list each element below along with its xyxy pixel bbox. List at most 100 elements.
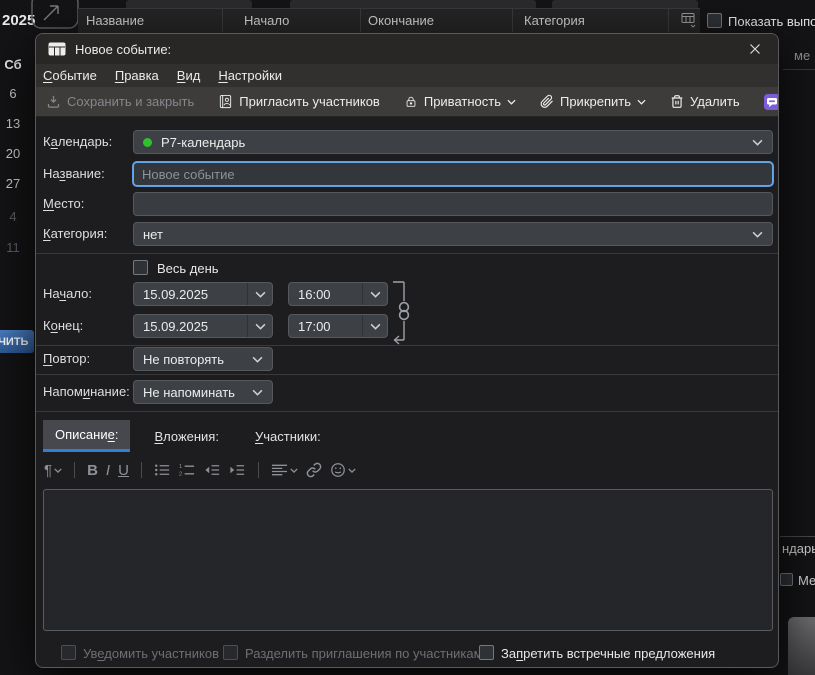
toolbar-separator — [74, 462, 75, 478]
save-icon — [46, 94, 61, 109]
column-divider[interactable] — [360, 8, 361, 32]
end-label: Конец: — [43, 318, 83, 333]
italic-button[interactable]: I — [106, 463, 110, 478]
separate-invitations-checkbox[interactable] — [223, 645, 238, 660]
start-date-select[interactable]: 15.09.2025 — [133, 282, 273, 306]
underline-button[interactable]: U — [118, 463, 129, 478]
close-button[interactable] — [742, 39, 768, 59]
calendar-checkbox-fragment[interactable] — [780, 573, 793, 586]
tab-attachments[interactable]: Вложения: — [142, 420, 231, 452]
column-divider[interactable] — [222, 8, 223, 32]
mini-calendar-day[interactable]: 13 — [1, 116, 25, 131]
right-panel-divider — [780, 536, 815, 537]
category-value: нет — [143, 227, 163, 242]
column-picker-icon[interactable] — [681, 12, 697, 28]
indent-button[interactable] — [229, 463, 246, 477]
start-time-select[interactable]: 16:00 — [288, 282, 388, 306]
insert-link-button[interactable] — [306, 462, 322, 478]
section-divider — [36, 345, 778, 346]
reminder-label: Напоминание: — [43, 384, 130, 399]
tab-attendees[interactable]: Участники: — [243, 420, 333, 452]
show-completed-checkbox[interactable] — [707, 13, 722, 28]
end-date-select[interactable]: 15.09.2025 — [133, 314, 273, 338]
column-header-name[interactable]: Название — [86, 13, 144, 28]
category-select[interactable]: нет — [133, 222, 773, 246]
chevron-down-icon — [348, 468, 356, 473]
mini-calendar-day[interactable]: 20 — [1, 146, 25, 161]
dialog-titlebar[interactable]: Новое событие: — [36, 34, 778, 64]
chevron-down-icon — [507, 99, 516, 105]
chevron-down-icon — [362, 283, 387, 305]
toolbar-separator — [258, 462, 259, 478]
disallow-counter-checkbox[interactable] — [479, 645, 494, 660]
calendar-name-fragment[interactable]: ндарь — [782, 541, 815, 556]
privacy-button[interactable]: Приватность — [404, 94, 516, 109]
menu-view[interactable]: Вид — [177, 68, 201, 83]
cutoff-control — [126, 0, 252, 8]
calendar-color-dot — [143, 138, 152, 147]
mini-calendar-day[interactable]: 6 — [1, 86, 25, 101]
bold-button[interactable]: B — [87, 463, 98, 478]
paragraph-style-button[interactable]: ¶ — [44, 463, 62, 478]
column-divider[interactable] — [512, 8, 513, 32]
bullet-list-button[interactable] — [154, 463, 171, 477]
event-title-input[interactable] — [133, 162, 773, 186]
save-close-button[interactable]: Сохранить и закрыть — [46, 94, 194, 109]
all-day-checkbox[interactable] — [133, 260, 148, 275]
end-time-select[interactable]: 17:00 — [288, 314, 388, 338]
all-day-label: Весь день — [157, 261, 219, 276]
chevron-down-icon — [247, 283, 272, 305]
chevron-down-icon — [752, 139, 763, 146]
mini-calendar-day-dim[interactable]: 11 — [1, 240, 25, 255]
close-icon — [749, 43, 761, 55]
menu-options[interactable]: Настройки — [218, 68, 282, 83]
numbered-list-button[interactable]: 1 2 — [179, 463, 196, 477]
menu-event[interactable]: Событие — [43, 68, 97, 83]
mini-calendar-day-dim[interactable]: 4 — [1, 209, 25, 224]
toolbar-separator — [141, 462, 142, 478]
calendar-select[interactable]: Р7-календарь — [133, 130, 773, 154]
invite-attendees-button[interactable]: Пригласить участников — [218, 94, 380, 109]
column-header-end[interactable]: Окончание — [368, 13, 434, 28]
reminder-select[interactable]: Не напоминать — [133, 380, 273, 404]
detail-tabs: Описание: Вложения: Участники: — [43, 420, 333, 452]
title-label: Название: — [43, 166, 105, 181]
menu-edit[interactable]: Правка — [115, 68, 159, 83]
enable-button-fragment[interactable]: ЮЧИТЬ — [0, 330, 34, 353]
attach-button[interactable]: Прикрепить — [540, 94, 646, 109]
column-header-category[interactable]: Категория — [524, 13, 585, 28]
trash-icon — [670, 94, 684, 109]
chevron-down-icon — [247, 315, 272, 337]
section-divider — [36, 411, 778, 412]
section-divider — [36, 253, 778, 254]
location-label: Место: — [43, 196, 84, 211]
team-button[interactable]: Р7-Команда — [764, 94, 779, 110]
start-time-value: 16:00 — [298, 287, 331, 302]
align-button[interactable] — [271, 463, 298, 477]
popout-arrow-icon — [28, 0, 82, 32]
reminder-value: Не напоминать — [143, 385, 235, 400]
column-header-start[interactable]: Начало — [244, 13, 289, 28]
delete-button[interactable]: Удалить — [670, 94, 740, 109]
description-input[interactable] — [43, 489, 773, 631]
align-icon — [271, 463, 288, 477]
address-book-icon — [218, 94, 233, 109]
new-event-dialog: Новое событие: Событие Правка Вид Настро… — [35, 33, 779, 668]
link-times-icon[interactable] — [389, 279, 413, 345]
column-divider[interactable] — [668, 8, 669, 32]
outdent-icon — [204, 463, 221, 477]
svg-text:2: 2 — [179, 472, 182, 477]
formatting-toolbar: ¶ B I U 1 2 — [44, 457, 356, 483]
window-corner-fragment — [788, 617, 815, 675]
notify-attendees-checkbox[interactable] — [61, 645, 76, 660]
repeat-select[interactable]: Не повторять — [133, 347, 273, 371]
chevron-down-icon — [290, 468, 298, 473]
tab-description[interactable]: Описание: — [43, 420, 130, 452]
chevron-down-icon — [252, 356, 263, 363]
location-input[interactable] — [133, 192, 773, 216]
outdent-button[interactable] — [204, 463, 221, 477]
events-fragment[interactable]: Мер — [798, 573, 815, 588]
mini-calendar-day[interactable]: 27 — [1, 176, 25, 191]
bullet-list-icon — [154, 463, 171, 477]
emoji-button[interactable] — [330, 462, 356, 478]
